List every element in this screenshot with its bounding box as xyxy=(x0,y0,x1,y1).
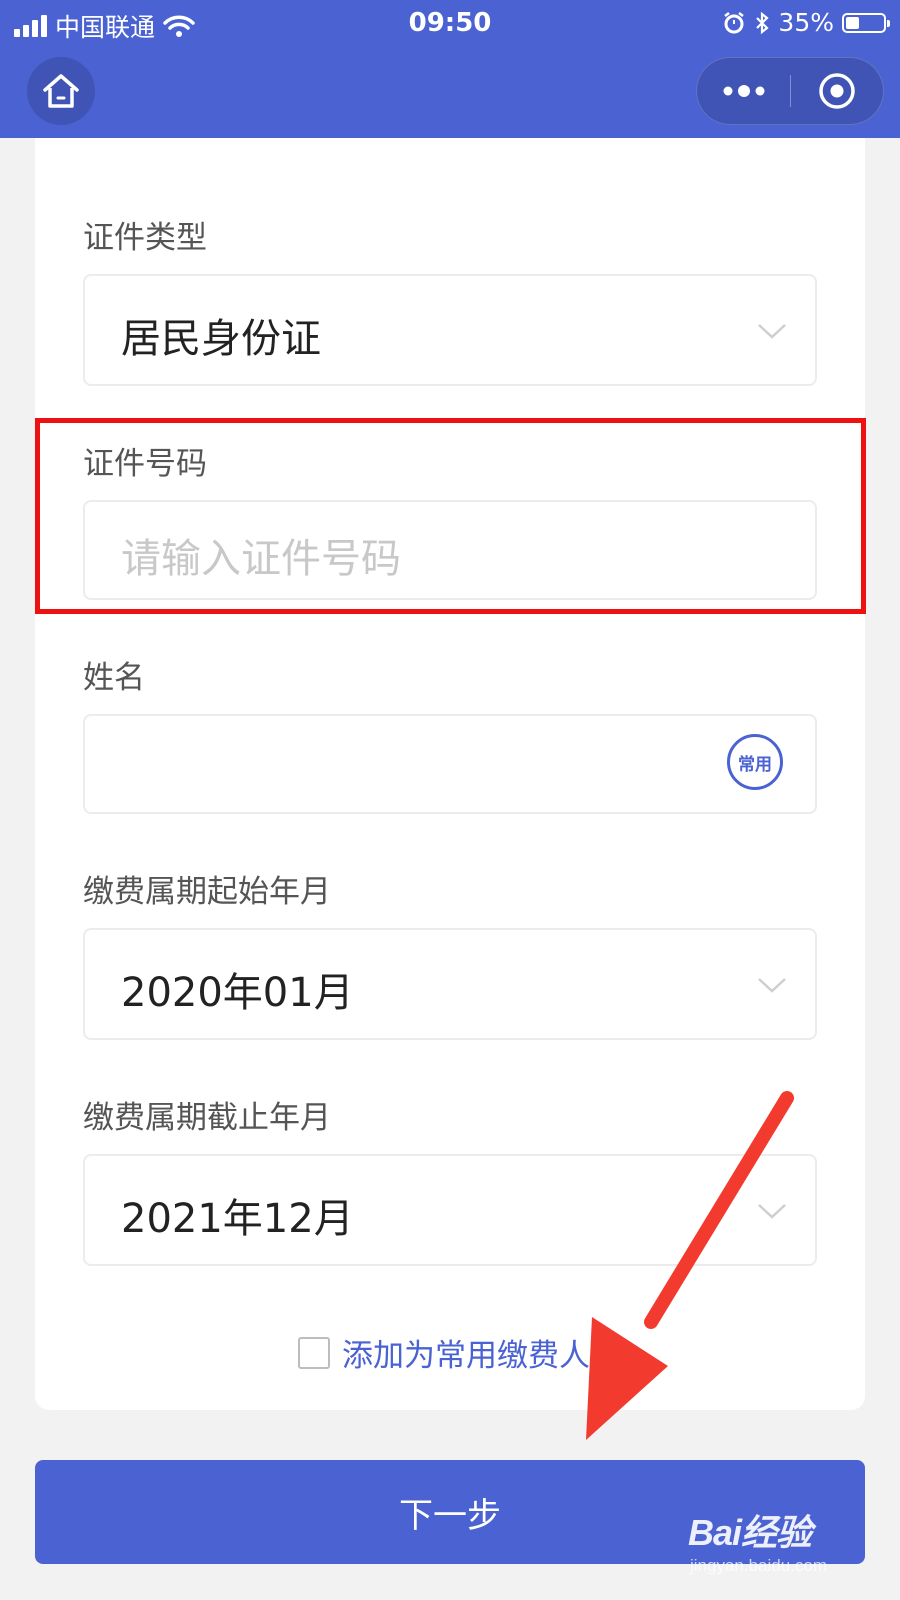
id-type-label: 证件类型 xyxy=(83,220,207,256)
watermark-url: jingyan.baidu.com xyxy=(690,1556,828,1575)
status-bar: 中国联通 09:50 35% xyxy=(0,0,900,46)
screen: 证件类型 居民身份证 证件号码 请输入证件号码 姓名 常用 缴费属期起始年月 2… xyxy=(0,0,900,1600)
status-right: 35% xyxy=(722,8,890,37)
add-common-label: 添加为常用缴费人 xyxy=(342,1338,590,1374)
target-circle-icon xyxy=(819,73,855,109)
battery-percent: 35% xyxy=(778,8,834,37)
battery-level xyxy=(846,16,859,29)
home-icon xyxy=(43,74,79,108)
add-common-payer-row[interactable]: 添加为常用缴费人 xyxy=(298,1330,590,1375)
name-input[interactable]: 常用 xyxy=(83,714,817,814)
close-button[interactable] xyxy=(791,58,883,124)
chevron-down-icon xyxy=(758,324,786,339)
start-period-value: 2020年01月 xyxy=(121,970,354,1016)
chevron-down-icon xyxy=(758,978,786,993)
alarm-icon xyxy=(724,11,745,33)
id-type-select[interactable]: 居民身份证 xyxy=(83,274,817,386)
battery-icon xyxy=(842,12,890,33)
highlight-annotation xyxy=(35,418,866,614)
chevron-down-icon xyxy=(758,1204,786,1219)
id-type-value: 居民身份证 xyxy=(121,316,321,362)
home-button[interactable] xyxy=(27,57,95,125)
more-dots-icon xyxy=(723,85,765,97)
end-period-label: 缴费属期截止年月 xyxy=(83,1100,331,1136)
more-button[interactable] xyxy=(697,58,791,124)
app-header: 中国联通 09:50 35% xyxy=(0,0,900,138)
start-period-select[interactable]: 2020年01月 xyxy=(83,928,817,1040)
watermark-logo: Bai经验 xyxy=(688,1512,812,1553)
start-period-label: 缴费属期起始年月 xyxy=(83,874,331,910)
end-period-value: 2021年12月 xyxy=(121,1196,354,1242)
mini-program-capsule xyxy=(696,57,884,125)
bluetooth-icon xyxy=(756,11,770,34)
baidu-jingyan-watermark: Bai经验 jingyan.baidu.com xyxy=(688,1504,827,1576)
common-payer-icon[interactable]: 常用 xyxy=(727,734,783,790)
add-common-checkbox[interactable] xyxy=(298,1336,330,1369)
name-label: 姓名 xyxy=(83,660,145,696)
end-period-select[interactable]: 2021年12月 xyxy=(83,1154,817,1266)
